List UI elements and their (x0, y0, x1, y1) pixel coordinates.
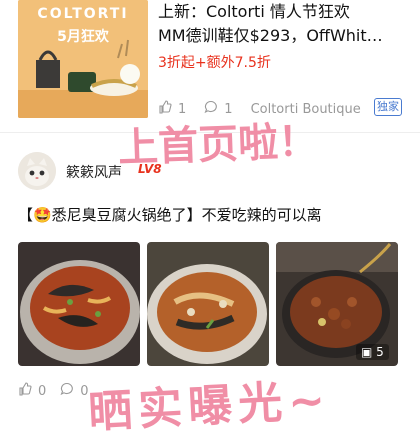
user-level-badge: LV8 (138, 162, 162, 176)
like-icon[interactable] (18, 382, 32, 400)
product-price: 3折起+额外7.5折 (158, 55, 271, 71)
product-thumbnail[interactable]: COLTORTI 5月狂欢 (18, 0, 148, 118)
post-photo-1[interactable] (18, 242, 140, 366)
avatar[interactable] (18, 152, 56, 190)
image-count: 5 (376, 345, 384, 359)
exclusive-badge: 独家 (374, 98, 402, 116)
product-title[interactable]: 上新：Coltorti 情人节狂欢 MM德训鞋仅$293，OffWhit… (158, 0, 408, 48)
post-like-count: 0 (38, 383, 47, 399)
product-brand-text: COLTORTI (37, 6, 129, 22)
image-count-badge: ▣ 5 (356, 344, 389, 360)
product-title-line1: 上新：Coltorti 情人节狂欢 (158, 2, 350, 21)
post-meta: 0 0 (18, 382, 89, 400)
comment-icon[interactable] (60, 382, 74, 400)
post-photo-2[interactable] (147, 242, 269, 366)
handwritten-overlay-bottom: 晒实曝光~ (87, 374, 333, 439)
post-title[interactable]: 【🤩悉尼臭豆腐火锅绝了】不爱吃辣的可以离 (18, 204, 322, 225)
product-sub-text: 5月狂欢 (57, 29, 109, 45)
product-title-line2: MM德训鞋仅$293，OffWhit… (158, 26, 383, 45)
image-stack-icon: ▣ (361, 345, 373, 359)
post-username[interactable]: 簌簌风声 (66, 162, 122, 182)
